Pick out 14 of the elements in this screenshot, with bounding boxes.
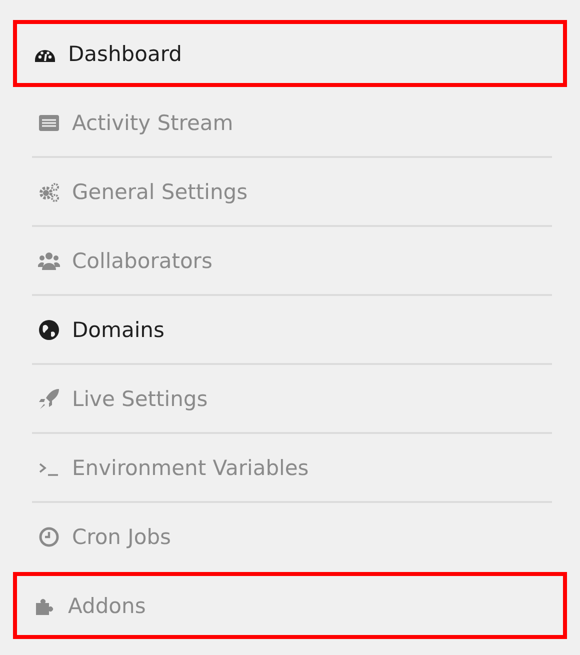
- users-icon: [38, 250, 60, 272]
- menu-item[interactable]: General Settings: [13, 158, 567, 225]
- menu-item[interactable]: Addons: [13, 572, 567, 639]
- rocket-icon: [38, 388, 60, 410]
- clock-icon: [38, 526, 60, 548]
- menu-item[interactable]: Collaborators: [13, 227, 567, 294]
- menu-item[interactable]: Activity Stream: [13, 89, 567, 156]
- menu-item[interactable]: Dashboard: [13, 20, 567, 87]
- menu-item[interactable]: Live Settings: [13, 365, 567, 432]
- menu-item[interactable]: Domains: [13, 296, 567, 363]
- gears-icon: [38, 180, 60, 202]
- menu-item[interactable]: Cron Jobs: [13, 503, 567, 570]
- menu-item[interactable]: Environment Variables: [13, 434, 567, 501]
- globe-icon: [38, 318, 60, 340]
